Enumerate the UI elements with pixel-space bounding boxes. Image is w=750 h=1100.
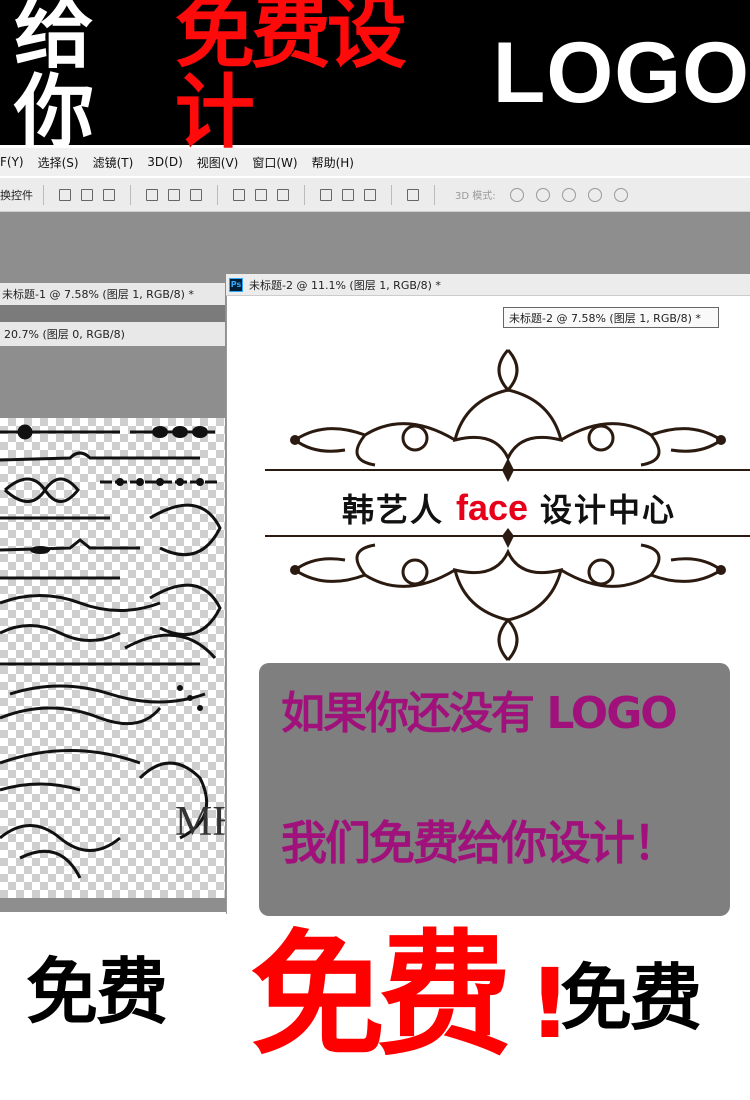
toolbar-divider: [391, 184, 392, 205]
logo-wordmark: 韩艺人 face 设计中心: [268, 485, 750, 531]
distribute-hcenter-icon[interactable]: [342, 188, 354, 201]
banner-text-red: 免费设计: [174, 0, 407, 159]
distribute-right-icon[interactable]: [364, 188, 376, 201]
bottom-slogan: 免费 免费 ! 免费: [0, 916, 750, 1100]
banner-logo-text: LOGO: [492, 24, 750, 121]
logo-text-en: face: [455, 487, 529, 528]
menu-item-type[interactable]: F(Y): [0, 155, 24, 169]
logo-text-cn-left: 韩艺人: [341, 491, 444, 529]
menu-item-select[interactable]: 选择(S): [38, 154, 79, 171]
doc-tab-label: 未标题-2 @ 11.1% (图层 1, RGB/8) *: [249, 278, 441, 292]
menu-item-3d[interactable]: 3D(D): [147, 155, 182, 169]
photoshop-icon: Ps: [229, 277, 243, 292]
menu-item-view[interactable]: 视图(V): [197, 154, 239, 171]
doc-tab-label: 20.7% (图层 0, RGB/8): [4, 328, 125, 341]
slogan-free-right: 免费: [560, 956, 702, 1040]
promo-box: 如果你还没有 LOGO 我们免费给你设计！: [259, 663, 730, 916]
align-left-icon[interactable]: [146, 188, 158, 201]
logo-text-cn-right: 设计中心: [540, 491, 677, 529]
align-top-icon[interactable]: [59, 188, 71, 201]
align-vcenter-icon[interactable]: [81, 188, 93, 201]
banner-text-white: 给你: [14, 0, 94, 159]
3d-orbit-icon[interactable]: [509, 187, 524, 202]
auto-align-icon[interactable]: [407, 188, 419, 201]
align-hcenter-icon[interactable]: [168, 188, 180, 201]
top-banner: 给你 免费设计 LOGO: [0, 0, 750, 152]
slogan-free-left: 免费: [26, 950, 168, 1034]
distribute-left-icon[interactable]: [320, 188, 332, 201]
menu-item-window[interactable]: 窗口(W): [252, 154, 297, 171]
doc-window-gap: [0, 305, 225, 322]
distribute-top-icon[interactable]: [233, 188, 245, 201]
toolbar-divider: [304, 184, 305, 205]
transform-controls-label[interactable]: 换控件: [0, 187, 33, 203]
distribute-vcenter-icon[interactable]: [255, 188, 267, 201]
3d-camera-icon[interactable]: [613, 187, 628, 202]
3d-slide-icon[interactable]: [587, 187, 602, 202]
promo-line-1: 如果你还没有 LOGO: [281, 688, 678, 739]
3d-roll-icon[interactable]: [535, 187, 550, 202]
align-bottom-icon[interactable]: [103, 188, 115, 201]
options-toolbar: 换控件 3D 模式:: [0, 178, 750, 212]
promo-line-2: 我们免费给你设计！: [281, 816, 679, 870]
doc-tab-label: 未标题-1 @ 7.58% (图层 1, RGB/8) *: [2, 288, 194, 301]
toolbar-divider: [43, 184, 44, 205]
drag-tooltip: 未标题-2 @ 7.58% (图层 1, RGB/8) *: [503, 307, 719, 328]
slogan-free-big: 免费: [250, 917, 512, 1074]
ornament-canvas[interactable]: MH: [0, 418, 225, 898]
toolbar-divider: [217, 184, 218, 205]
doc-tab-untitled-2[interactable]: Ps 未标题-2 @ 11.1% (图层 1, RGB/8) *: [226, 274, 750, 296]
3d-pan-icon[interactable]: [561, 187, 576, 202]
tooltip-text: 未标题-2 @ 7.58% (图层 1, RGB/8) *: [509, 311, 701, 325]
3d-mode-label: 3D 模式:: [455, 191, 496, 202]
toolbar-divider: [434, 184, 435, 205]
doc-tab-untitled-1[interactable]: 未标题-1 @ 7.58% (图层 1, RGB/8) *: [0, 283, 225, 305]
menu-bar: F(Y) 选择(S) 滤镜(T) 3D(D) 视图(V) 窗口(W) 帮助(H): [0, 148, 750, 176]
toolbar-divider: [130, 184, 131, 205]
distribute-bottom-icon[interactable]: [277, 188, 289, 201]
monogram-text: MH: [175, 799, 225, 845]
menu-item-help[interactable]: 帮助(H): [312, 154, 354, 171]
align-right-icon[interactable]: [190, 188, 202, 201]
doc-tab-layer0[interactable]: 20.7% (图层 0, RGB/8): [0, 322, 225, 346]
menu-item-filter[interactable]: 滤镜(T): [93, 154, 134, 171]
